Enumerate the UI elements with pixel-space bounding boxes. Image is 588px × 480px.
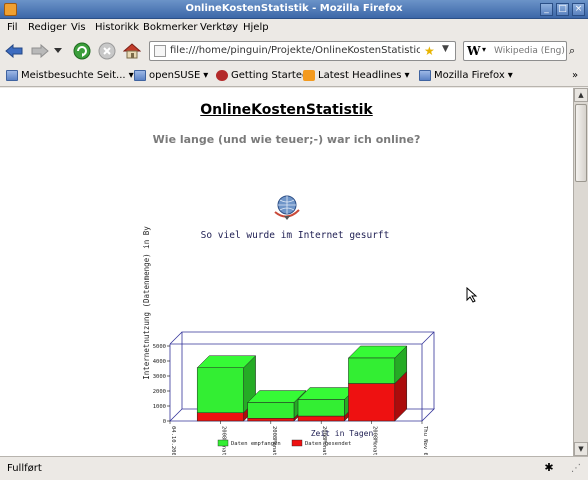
bookmarks-toolbar: Meistbesuchte Seit... ▾ openSUSE ▾ Getti… [0, 65, 588, 87]
scroll-down-icon[interactable]: ▼ [574, 442, 588, 456]
x-axis-label: Zeit in Tagen [311, 429, 374, 438]
search-go-icon[interactable]: ⌕ [569, 44, 575, 58]
navigation-toolbar: file:///home/pinguin/Projekte/OnlineKost… [0, 37, 588, 65]
status-bar: Fullført ✱ ⋰ [0, 456, 588, 480]
addon-status-icon[interactable]: ✱ [541, 461, 557, 477]
y-tick-label: 2000 [153, 389, 166, 395]
close-icon[interactable]: × [572, 3, 585, 16]
search-bar[interactable]: W ▾ [463, 41, 567, 61]
chevron-down-icon: ▾ [128, 70, 134, 81]
menu-help[interactable]: Hjelp [243, 22, 269, 33]
status-text: Fullført [7, 463, 42, 474]
bookmark-mozilla-firefox[interactable]: Mozilla Firefox ▾ [419, 70, 513, 81]
y-axis-label: Internetnutzung (Datenmenge) in By [142, 226, 151, 380]
legend-label: Daten empfangen [231, 441, 281, 447]
bar-2008monat4-s0 [348, 383, 396, 422]
bar-2008monat3-s0 [297, 415, 345, 422]
forward-icon[interactable] [30, 41, 50, 61]
menu-bar: Fil Rediger Vis Historikk Bokmerker Verk… [0, 19, 588, 37]
menu-file[interactable]: Fil [7, 22, 18, 33]
y-tick-label: 5000 [153, 344, 166, 350]
bar-2008monat4-s1 [348, 357, 396, 384]
rss-icon [303, 70, 315, 81]
chart-title: So viel wurde im Internet gesurft [201, 230, 390, 241]
bar-2008monat3-s1 [297, 399, 345, 417]
menu-tools[interactable]: Verktøy [200, 22, 238, 33]
chart-corner-edge [421, 331, 435, 345]
bookmark-opensuse[interactable]: openSUSE ▾ [134, 70, 208, 81]
maximize-icon[interactable]: □ [556, 3, 569, 16]
minimize-icon[interactable]: _ [540, 3, 553, 16]
chevron-down-icon: ▾ [404, 70, 410, 81]
chart-top-edge [169, 331, 183, 345]
stop-icon[interactable] [97, 41, 117, 61]
menu-history[interactable]: Historikk [95, 22, 139, 33]
x-tick-label: Thu Nov 6 11:07:03 2008 [422, 426, 428, 455]
legend-swatch [291, 439, 303, 447]
y-tick-label: 4000 [153, 359, 166, 365]
url-text[interactable]: file:///home/pinguin/Projekte/OnlineKost… [170, 45, 420, 56]
page-subtitle: Wie lange (und wie teuer;-) war ich onli… [152, 133, 421, 146]
y-tick-label: 0 [163, 419, 166, 425]
home-icon[interactable] [122, 41, 142, 61]
back-icon[interactable] [4, 41, 24, 61]
wikipedia-icon[interactable]: W [467, 44, 480, 58]
menu-edit[interactable]: Rediger [28, 22, 66, 33]
folder-icon [6, 70, 18, 81]
url-bar[interactable]: file:///home/pinguin/Projekte/OnlineKost… [149, 41, 456, 61]
page-title: OnlineKostenStatistik [200, 102, 373, 118]
bookmark-label: Latest Headlines [318, 70, 402, 81]
scroll-up-icon[interactable]: ▲ [574, 88, 588, 102]
page-content: OnlineKostenStatistik Wie lange (und wie… [0, 88, 573, 456]
red-icon [216, 70, 228, 81]
globe-icon [274, 195, 300, 220]
resize-grip-icon[interactable]: ⋰ [571, 463, 581, 474]
history-dropdown-icon[interactable] [52, 41, 64, 61]
folder-icon [419, 70, 431, 81]
bookmark-getting-started[interactable]: Getting Started [216, 70, 308, 81]
bookmark-label: Meistbesuchte Seit... [21, 70, 126, 81]
menu-view[interactable]: Vis [71, 22, 86, 33]
bookmark-label: Getting Started [231, 70, 309, 81]
reload-icon[interactable] [72, 41, 92, 61]
search-input[interactable] [494, 44, 566, 58]
bookmark-most-visited[interactable]: Meistbesuchte Seit... ▾ [6, 70, 134, 81]
vertical-scrollbar[interactable]: ▲ ▼ [573, 88, 588, 456]
page-favicon-icon [154, 45, 166, 57]
mouse-cursor-icon [466, 287, 478, 303]
chart-legend: Daten empfangen Daten gesendet [217, 439, 351, 447]
bookmark-star-icon[interactable]: ★ [424, 44, 435, 58]
bar-2008monat1-s0 [196, 412, 244, 422]
bookmark-label: Mozilla Firefox [434, 70, 505, 81]
bar-2008monat1-s1 [196, 367, 244, 413]
y-axis-ticks: 0 1000 2000 3000 4000 5000 [153, 344, 170, 425]
x-axis-ticks: 04.10.20082008Monat12008Monat22008Monat3… [169, 421, 428, 455]
legend-label: Daten gesendet [305, 441, 351, 447]
window-title: OnlineKostenStatistik - Mozilla Firefox [185, 3, 403, 14]
chevron-down-icon: ▾ [203, 70, 209, 81]
folder-icon [134, 70, 146, 81]
window-titlebar: OnlineKostenStatistik - Mozilla Firefox … [0, 0, 588, 19]
bar-2008monat2-s0 [247, 418, 295, 422]
menu-bookmarks[interactable]: Bokmerker [143, 22, 197, 33]
chart-bars [196, 345, 408, 422]
y-tick-label: 1000 [153, 404, 166, 410]
x-tick-label: 04.10.2008 [170, 426, 176, 455]
bookmarks-overflow-icon[interactable]: » [572, 70, 578, 81]
scrollbar-thumb[interactable] [575, 104, 587, 182]
traffic-bar-chart: So viel wurde im Internet gesurft 0 1000 2… [142, 226, 435, 455]
y-tick-label: 3000 [153, 374, 166, 380]
search-engine-dropdown-icon[interactable]: ▾ [482, 45, 486, 54]
chevron-down-icon: ▾ [507, 70, 513, 81]
url-dropdown-icon[interactable]: ▼ [442, 44, 449, 54]
bookmark-latest-headlines[interactable]: Latest Headlines ▾ [303, 70, 410, 81]
bar-2008monat2-s1 [247, 402, 295, 419]
bookmark-label: openSUSE [149, 70, 201, 81]
legend-swatch [217, 439, 229, 447]
